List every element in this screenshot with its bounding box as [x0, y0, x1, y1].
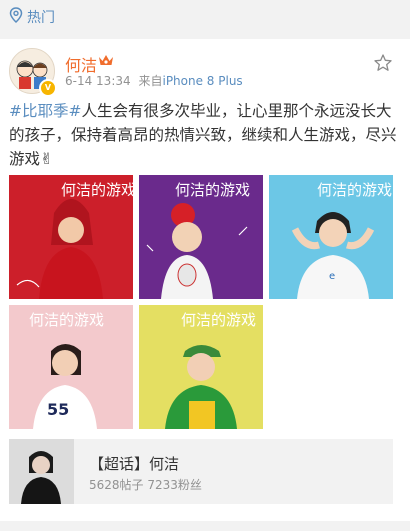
source-prefix: 来自: [138, 74, 163, 88]
svg-text:e: e: [329, 271, 335, 282]
post-image-1[interactable]: 何洁的游戏: [9, 175, 133, 299]
svg-text:55: 55: [47, 400, 69, 419]
victory-hand-emoji: ✌: [40, 150, 54, 168]
post-image-2[interactable]: 何洁的游戏: [139, 175, 263, 299]
post-meta: 6-14 13:34 来自iPhone 8 Plus: [65, 72, 243, 89]
top-bar: 热门: [0, 0, 410, 30]
topic-thumbnail: [9, 439, 74, 504]
topic-stats: 5628帖子 7233粉丝: [89, 478, 202, 492]
super-topic-card[interactable]: 【超话】何洁 5628帖子 7233粉丝: [9, 439, 393, 504]
post-image-3[interactable]: 何洁的游戏 e: [269, 175, 393, 299]
post-card: V 何洁 6-14 13:34 来自iPhone 8 Plus #比耶季#人生会…: [0, 39, 410, 521]
verified-badge-icon: V: [39, 79, 57, 97]
image-caption: 何洁的游戏: [175, 181, 250, 199]
vip-crown-icon: [99, 55, 113, 65]
post-image-4[interactable]: 何洁的游戏 55: [9, 305, 133, 429]
image-caption: 何洁的游戏: [29, 311, 104, 329]
device-link[interactable]: iPhone 8 Plus: [162, 74, 242, 88]
topic-title: 【超话】何洁: [89, 455, 180, 473]
post-time: 6-14 13:34: [65, 74, 131, 88]
image-caption: 何洁的游戏: [61, 181, 133, 199]
location-pin-icon: [9, 7, 23, 23]
section-label[interactable]: 热门: [27, 7, 55, 27]
image-caption: 何洁的游戏: [317, 181, 392, 199]
hashtag-link[interactable]: #比耶季#: [9, 102, 81, 120]
post-text: #比耶季#人生会有很多次毕业，让心里那个永远没长大的孩子，保持着高昂的热情兴致，…: [9, 99, 404, 171]
image-caption: 何洁的游戏: [181, 311, 256, 329]
post-image-5[interactable]: 何洁的游戏: [139, 305, 263, 429]
favorite-star-icon[interactable]: [373, 53, 393, 73]
